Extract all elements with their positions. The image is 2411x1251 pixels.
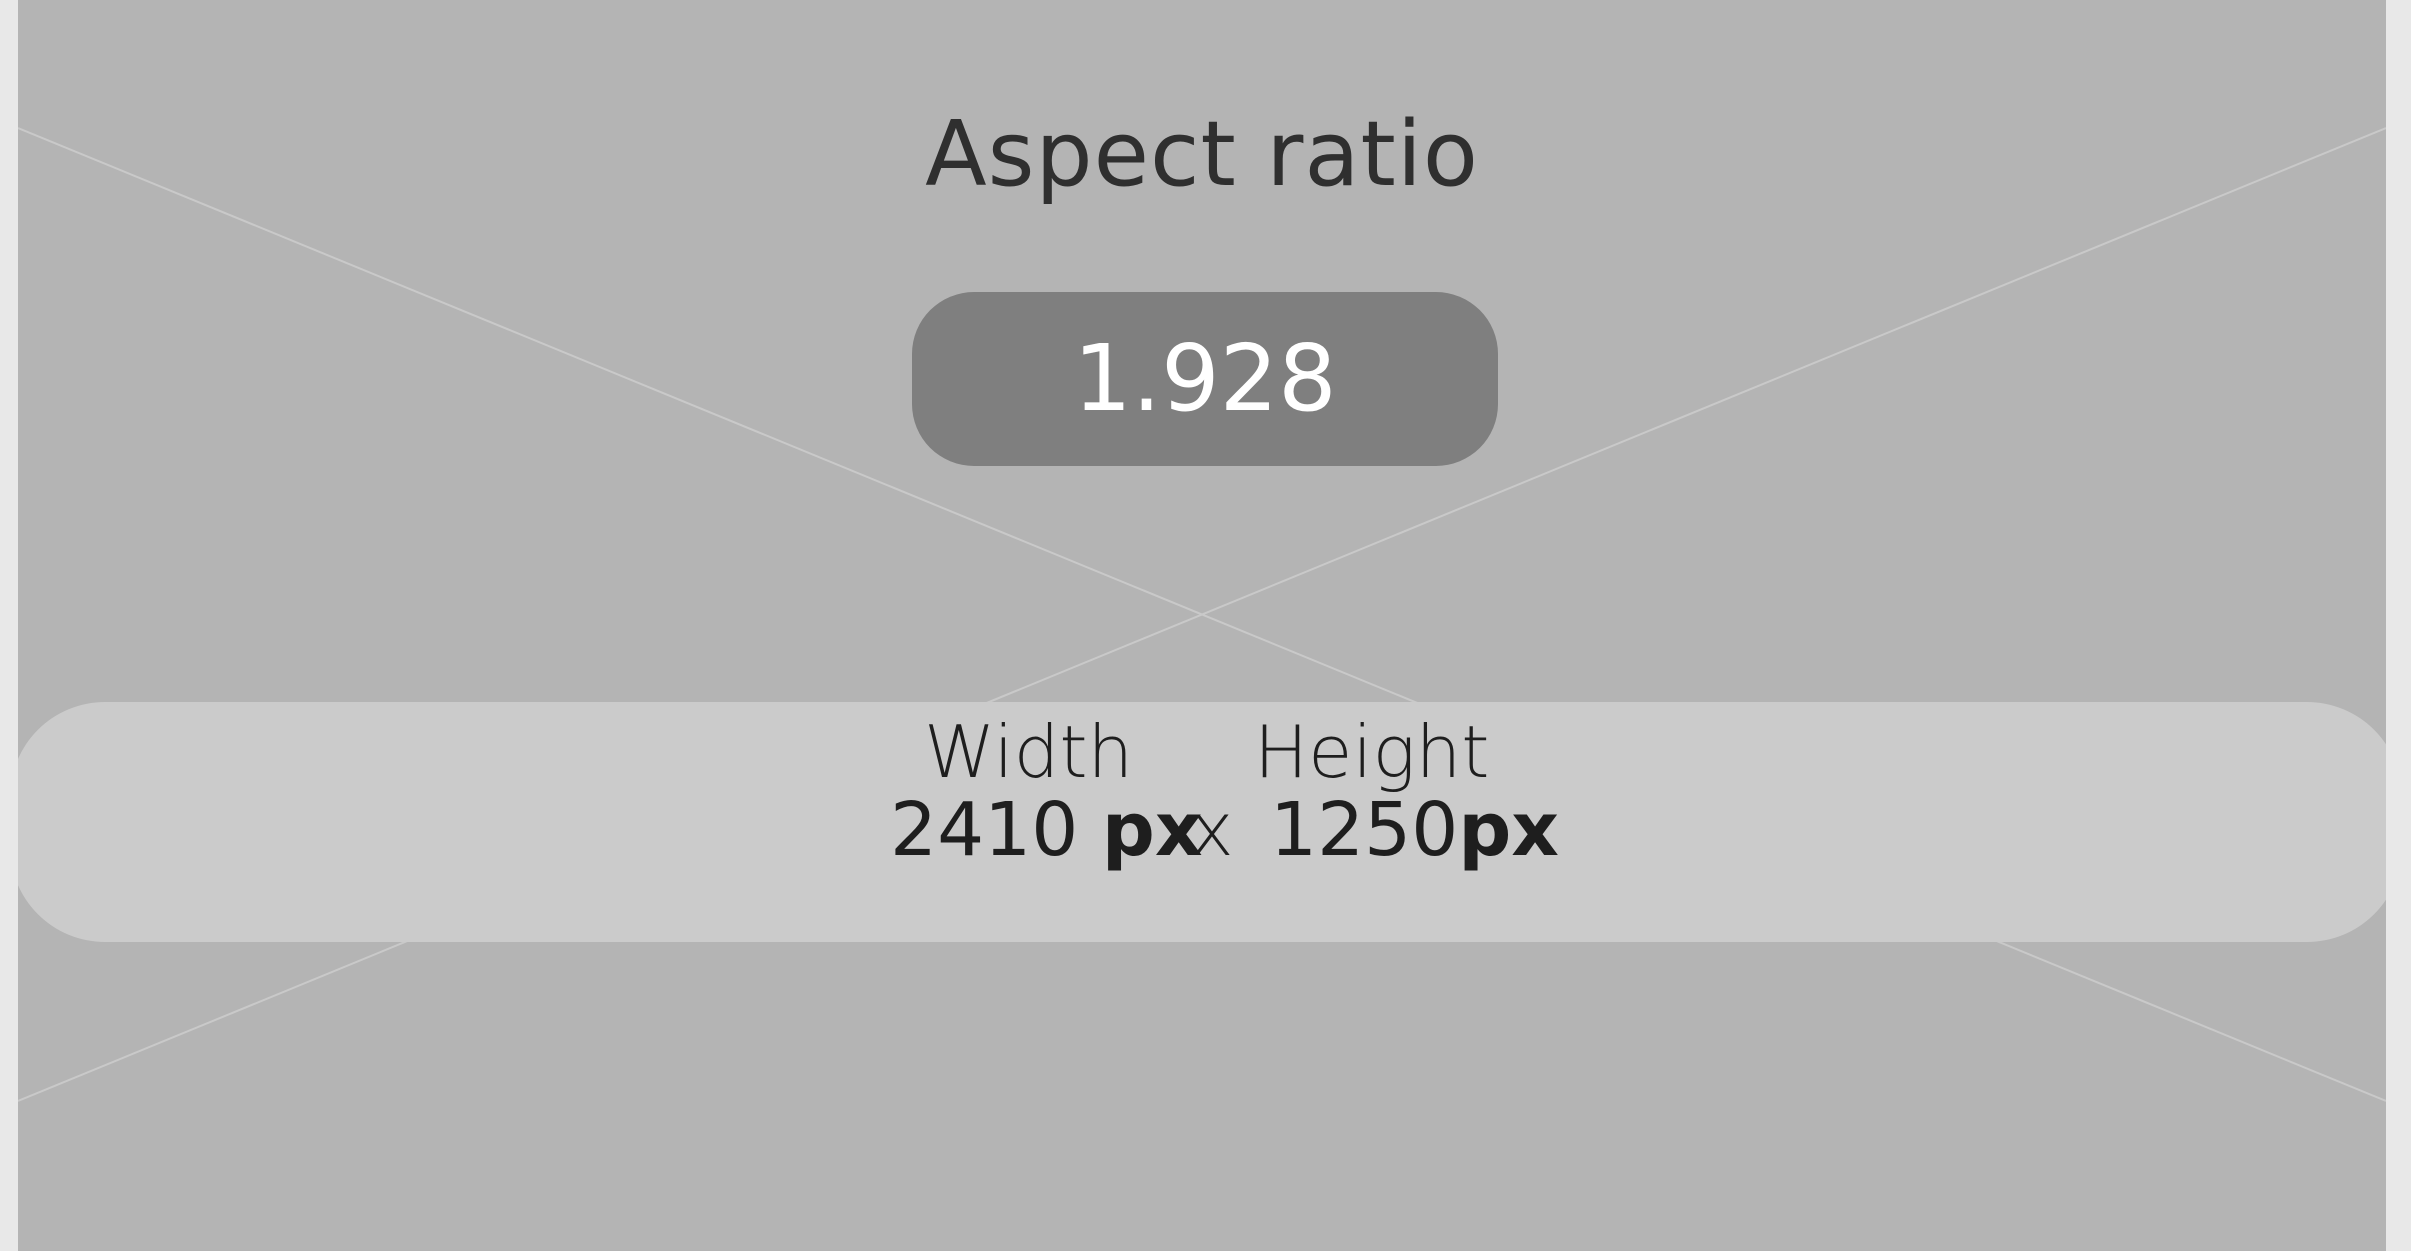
width-value: 2410 [890,787,1079,873]
height-value: 1250 [1270,787,1459,873]
aspect-ratio-value: 1.928 [1073,325,1337,432]
aspect-ratio-badge: 1.928 [912,292,1498,466]
width-value-group: 2410 px [890,784,1203,876]
height-value-group: 1250px [1270,784,1559,876]
page-title: Aspect ratio [925,102,1479,207]
placeholder-canvas: Aspect ratio 1.928 Width Height 2410 px … [18,0,2386,1251]
height-unit: px [1458,787,1560,873]
times-symbol: x [1190,787,1234,873]
width-unit: px [1101,787,1203,873]
